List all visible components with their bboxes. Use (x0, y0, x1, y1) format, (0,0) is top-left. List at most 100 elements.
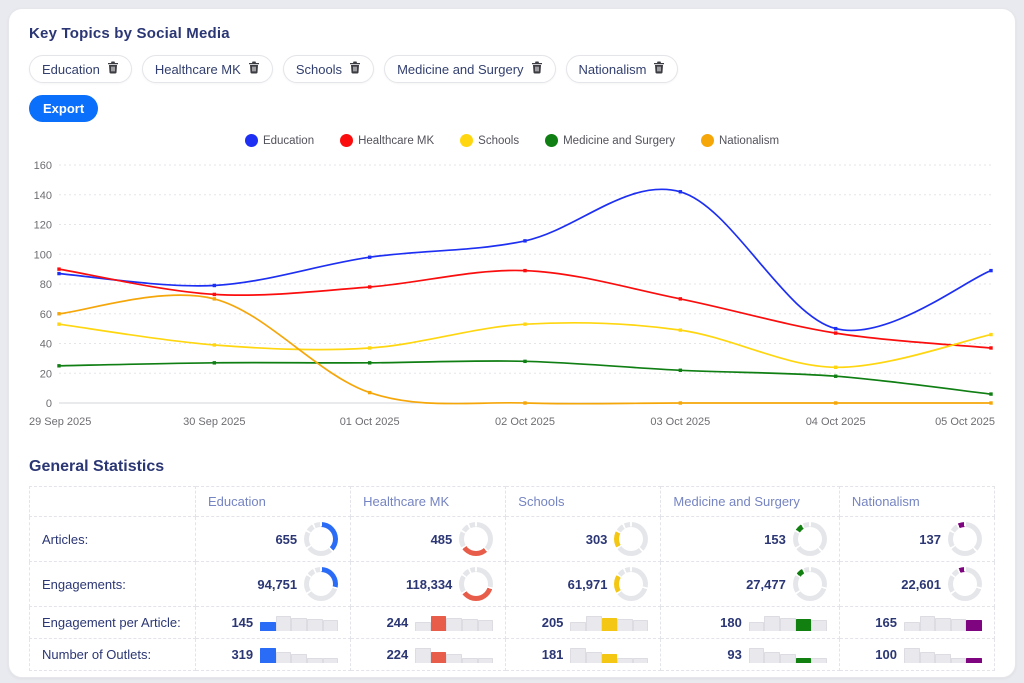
epa-value: 165 (875, 615, 897, 630)
legend-label: Nationalism (718, 134, 780, 147)
topic-chip-label: Healthcare MK (154, 61, 241, 77)
data-point-marker (989, 268, 993, 273)
minibar (322, 620, 339, 631)
minibar (415, 647, 431, 663)
minibar (446, 617, 463, 631)
epa-value: 180 (720, 615, 742, 630)
minibar (811, 620, 827, 631)
minibar (919, 615, 936, 631)
stats-header-empty (29, 486, 196, 517)
minibar (617, 658, 633, 663)
engagements-value: 94,751 (257, 576, 298, 592)
legend-dot (244, 134, 258, 147)
x-axis-label: 05 Oct 2025 (935, 416, 995, 428)
topic-chip-healthcare-mk: Healthcare MK (141, 55, 273, 83)
data-point-marker (989, 392, 993, 396)
engagements-donut-chart (948, 567, 982, 601)
data-point-marker (367, 390, 372, 395)
legend-dot (700, 134, 714, 147)
minibar (462, 619, 478, 631)
legend-dot (545, 134, 559, 147)
data-point-marker (833, 331, 838, 335)
stats-heading: General Statistics (29, 458, 165, 475)
legend-label: Healthcare MK (358, 134, 435, 147)
data-point-marker (833, 374, 838, 378)
epa-bar-chart (260, 615, 339, 631)
remove-topic-button[interactable] (653, 61, 665, 77)
minibar (780, 617, 796, 631)
outlets-bar-chart (904, 647, 982, 663)
topic-chip-label: Medicine and Surgery (397, 61, 524, 77)
minibar (935, 617, 951, 631)
trash-icon (653, 61, 665, 77)
minibar (617, 619, 633, 631)
minibar (306, 619, 323, 631)
legend-label: Education (262, 134, 315, 147)
line-chart: 0 20 40 60 80 100 120 140 160 29 Sep 2025 30 Sep 2… (29, 151, 995, 438)
minibar (586, 615, 602, 631)
y-axis-label: 40 (40, 339, 52, 351)
topic-chip-label: Education (42, 61, 100, 77)
stats-header-row: Education Healthcare MK Schools Medicine… (29, 486, 996, 517)
engagements-donut-chart (459, 567, 494, 601)
legend-item-medicine-and-surgery[interactable]: Medicine and Surgery (545, 134, 675, 147)
remove-topic-button[interactable] (107, 61, 119, 77)
stats-row-engagements: Engagements: 94,751 118,334 61,971 27,47… (29, 561, 996, 607)
data-point-marker (833, 401, 838, 405)
data-point-marker (678, 297, 683, 301)
page-title: Key Topics by Social Media (29, 25, 230, 42)
remove-topic-button[interactable] (531, 61, 543, 77)
minibar (764, 652, 781, 663)
minibar-highlight (601, 617, 618, 631)
x-axis-label: 30 Sep 2025 (183, 416, 245, 428)
epa-value: 145 (231, 615, 254, 630)
data-point-marker (57, 271, 61, 276)
row-label-number-of-outlets: Number of Outlets: (29, 638, 196, 671)
legend-item-healthcare-mk[interactable]: Healthcare MK (340, 134, 434, 147)
engagements-value: 27,477 (746, 576, 786, 592)
data-point-marker (57, 267, 61, 271)
articles-donut-chart (459, 522, 494, 556)
y-axis-label: 0 (46, 398, 52, 410)
minibar-highlight (430, 615, 447, 631)
y-axis-label: 80 (40, 279, 52, 291)
minibar (586, 652, 602, 663)
data-point-marker (212, 343, 217, 347)
engagements-value: 118,334 (406, 576, 453, 592)
minibar (291, 617, 307, 631)
legend-item-education[interactable]: Education (244, 134, 315, 147)
stats-header-education: Education (194, 486, 352, 517)
minibar (748, 647, 765, 663)
trash-icon (107, 61, 119, 77)
minibar-highlight (966, 657, 982, 663)
legend-item-schools[interactable]: Schools (460, 134, 519, 147)
minibar (462, 658, 478, 663)
topic-chip-medicine-and-surgery: Medicine and Surgery (384, 55, 556, 83)
data-point-marker (523, 401, 527, 405)
minibar (632, 657, 649, 663)
export-button[interactable]: Export (29, 95, 99, 122)
remove-topic-button[interactable] (349, 61, 361, 77)
epa-value: 205 (541, 615, 564, 630)
topic-chip-nationalism: Nationalism (565, 55, 679, 83)
minibar-highlight (260, 647, 276, 663)
minibar (306, 658, 323, 663)
articles-value: 153 (764, 531, 786, 547)
minibar (291, 654, 307, 663)
articles-value: 485 (430, 531, 453, 547)
outlets-value: 224 (386, 647, 409, 662)
legend-item-nationalism[interactable]: Nationalism (700, 134, 780, 147)
minibar-highlight (795, 619, 812, 631)
data-point-marker (678, 401, 683, 405)
x-axis-label: 29 Sep 2025 (29, 416, 91, 428)
epa-bar-chart (570, 615, 649, 631)
remove-topic-button[interactable] (248, 61, 260, 77)
data-point-marker (678, 368, 683, 372)
legend-dot (340, 134, 354, 147)
series-line-healthcare-mk (58, 268, 992, 349)
topic-chip-label: Schools (295, 61, 343, 77)
topic-chip-label: Nationalism (578, 61, 647, 77)
minibar (477, 657, 494, 663)
minibar (415, 621, 431, 631)
stats-header-schools: Schools (505, 486, 662, 517)
